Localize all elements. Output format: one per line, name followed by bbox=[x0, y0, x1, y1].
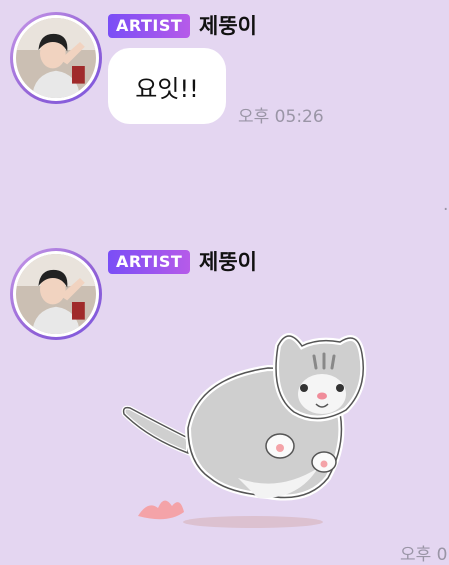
avatar[interactable] bbox=[10, 12, 102, 104]
avatar[interactable] bbox=[10, 248, 102, 340]
profile-photo bbox=[16, 18, 96, 98]
message-time: 오후 05:26 bbox=[238, 107, 324, 127]
chat-message: ARTIST 제뚱이 오후 0 bbox=[0, 236, 449, 565]
artist-badge: ARTIST bbox=[108, 250, 191, 274]
sender-name: 제뚱이 bbox=[199, 250, 257, 274]
message-bubble[interactable]: 요잇!! bbox=[108, 48, 226, 124]
message-time: 오후 0 bbox=[400, 545, 448, 565]
sender-name: 제뚱이 bbox=[199, 14, 257, 38]
artist-badge: ARTIST bbox=[108, 14, 191, 38]
profile-photo bbox=[16, 254, 96, 334]
clipped-time-marker: · bbox=[443, 200, 449, 220]
chat-message: ARTIST 제뚱이 요잇!! 오후 05:26 bbox=[0, 0, 449, 140]
running-cat-sticker[interactable] bbox=[118, 328, 378, 536]
